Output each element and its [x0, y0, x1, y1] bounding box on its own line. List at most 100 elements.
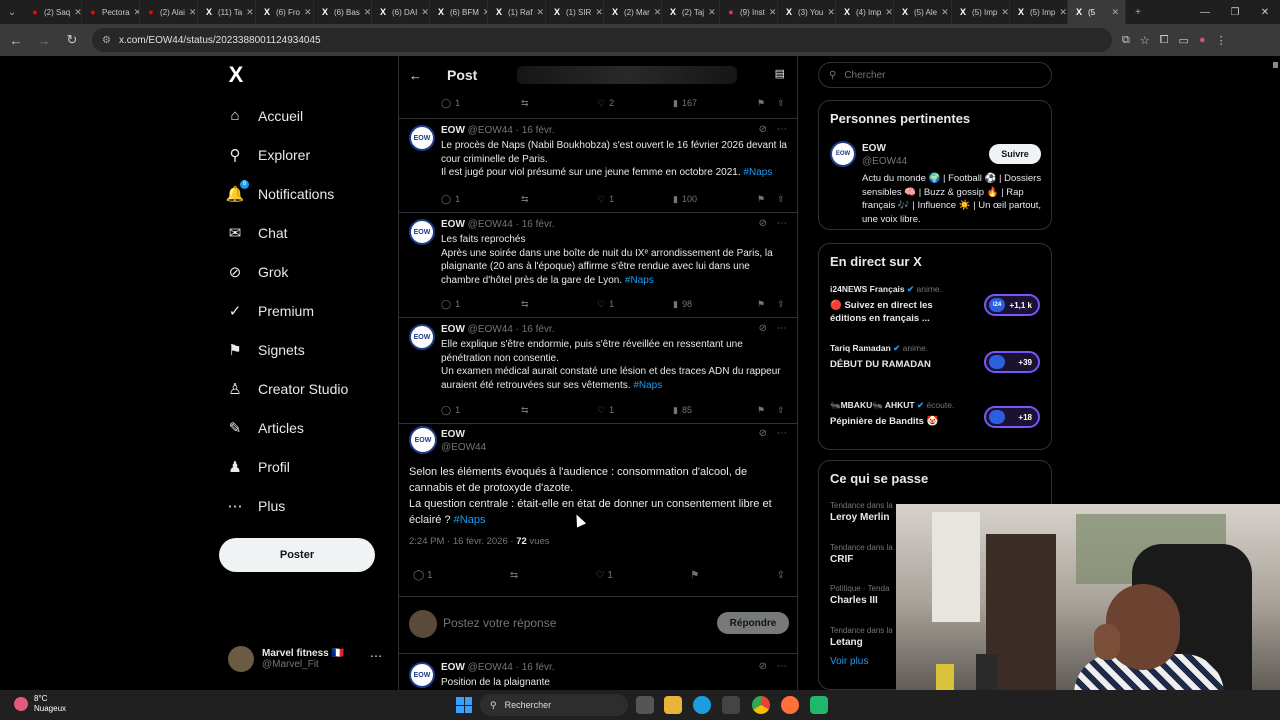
- x-logo[interactable]: X: [218, 60, 254, 90]
- more-icon[interactable]: ⋯: [777, 218, 787, 229]
- reply-action[interactable]: ◯ 1: [413, 570, 433, 581]
- like-action[interactable]: ♡ 1: [597, 194, 673, 205]
- author-avatar[interactable]: EOW: [409, 219, 435, 245]
- browser-tab[interactable]: X (11) Ta ✕: [198, 0, 256, 24]
- close-tab-icon[interactable]: ✕: [304, 7, 312, 18]
- close-tab-icon[interactable]: ✕: [885, 7, 893, 18]
- show-more-link[interactable]: Voir plus: [830, 656, 868, 667]
- minimize-button[interactable]: —: [1190, 0, 1220, 24]
- back-button[interactable]: ←: [4, 28, 28, 52]
- listener-count-pill[interactable]: +39: [984, 351, 1040, 373]
- nav-item-explorer[interactable]: ⚲ Explorer: [218, 135, 388, 174]
- sidebar-icon[interactable]: ▭: [1179, 34, 1189, 47]
- browser-tab[interactable]: X (5) Imp ✕: [952, 0, 1010, 24]
- browser-tab[interactable]: X (6) Bas ✕: [314, 0, 372, 24]
- more-icon[interactable]: ⋯: [777, 124, 787, 135]
- post-button[interactable]: Poster: [219, 538, 375, 572]
- retweet-action[interactable]: ⇆: [521, 405, 597, 416]
- browser-tab[interactable]: X (3) You ✕: [778, 0, 836, 24]
- share-icon[interactable]: ⇪: [777, 98, 785, 109]
- more-icon[interactable]: ⋯: [370, 649, 382, 663]
- browser-tab[interactable]: X (5) Imp ✕: [1010, 0, 1068, 24]
- task-view-icon[interactable]: [636, 696, 654, 714]
- retweet-action[interactable]: ⇆: [521, 299, 597, 310]
- close-tab-icon[interactable]: ✕: [189, 7, 197, 18]
- close-tab-icon[interactable]: ✕: [1001, 7, 1009, 18]
- reply-input[interactable]: Postez votre réponse: [443, 616, 556, 630]
- share-icon[interactable]: ⇪: [777, 570, 785, 581]
- browser-tab[interactable]: X (5 ✕: [1068, 0, 1126, 24]
- browser-tab[interactable]: ● (9) Inst ✕: [720, 0, 778, 24]
- close-tab-icon[interactable]: ✕: [246, 7, 254, 18]
- nav-item-signets[interactable]: ⚑ Signets: [218, 330, 388, 369]
- close-tab-icon[interactable]: ✕: [827, 7, 835, 18]
- file-explorer-icon[interactable]: [664, 696, 682, 714]
- nav-item-creator-studio[interactable]: ♙ Creator Studio: [218, 369, 388, 408]
- search-input[interactable]: ⚲ Chercher: [818, 62, 1052, 88]
- windows-start-icon[interactable]: [456, 697, 472, 713]
- listener-count-pill[interactable]: +18: [984, 406, 1040, 428]
- share-icon[interactable]: ⇪: [777, 405, 785, 416]
- reply-action[interactable]: ◯ 1: [441, 299, 521, 310]
- nav-item-accueil[interactable]: ⌂ Accueil: [218, 96, 388, 135]
- bookmark-icon[interactable]: ⚑: [690, 570, 699, 581]
- more-icon[interactable]: ⋯: [777, 323, 787, 334]
- browser-tab[interactable]: X (4) Imp ✕: [836, 0, 894, 24]
- reply-action[interactable]: ◯ 1: [441, 405, 521, 416]
- tab-list-chevron-icon[interactable]: ⌄: [0, 0, 24, 24]
- nav-item-plus[interactable]: ⋯ Plus: [218, 486, 388, 525]
- install-app-icon[interactable]: ⧉: [1122, 34, 1130, 47]
- nav-item-profil[interactable]: ♟ Profil: [218, 447, 388, 486]
- hashtag-link[interactable]: #Naps: [625, 275, 654, 286]
- retweet-action[interactable]: ⇆: [521, 194, 597, 205]
- browser-tab[interactable]: X (2) Taj ✕: [662, 0, 720, 24]
- nav-item-articles[interactable]: ✎ Articles: [218, 408, 388, 447]
- like-action[interactable]: ♡ 2: [597, 98, 673, 109]
- firefox-icon[interactable]: [781, 696, 799, 714]
- reload-button[interactable]: ↻: [60, 28, 84, 52]
- close-tab-icon[interactable]: ✕: [536, 7, 544, 18]
- author-name[interactable]: EOW: [441, 429, 465, 440]
- live-space-item[interactable]: Tariq Ramadan ✔ anime. DÉBUT DU RAMADAN …: [830, 343, 1040, 373]
- listener-count-pill[interactable]: i24 +1,1 k: [984, 294, 1040, 316]
- like-action[interactable]: ♡ 1: [597, 405, 673, 416]
- close-tab-icon[interactable]: ✕: [1059, 7, 1067, 18]
- browser-tab[interactable]: ● (2) Saq ✕: [24, 0, 82, 24]
- retweet-icon[interactable]: ⇆: [510, 570, 518, 581]
- chrome-icon[interactable]: [752, 696, 770, 714]
- browser-tab[interactable]: ● (2) Alai ✕: [140, 0, 198, 24]
- close-tab-icon[interactable]: ✕: [654, 7, 661, 18]
- more-icon[interactable]: ⋯: [777, 428, 787, 439]
- browser-tab[interactable]: X (6) DAI ✕: [372, 0, 430, 24]
- hashtag-link[interactable]: #Naps: [743, 167, 772, 178]
- bookmark-icon[interactable]: ⚑: [757, 405, 777, 416]
- browser-tab[interactable]: X (6) Fro ✕: [256, 0, 314, 24]
- hashtag-link[interactable]: #Naps: [633, 380, 662, 391]
- author-avatar[interactable]: EOW: [409, 662, 435, 688]
- close-tab-icon[interactable]: ✕: [769, 7, 777, 18]
- user-name[interactable]: EOW: [862, 143, 886, 154]
- forward-button[interactable]: →: [32, 28, 56, 52]
- bookmark-icon[interactable]: ⚑: [757, 98, 777, 109]
- author-avatar[interactable]: EOW: [409, 324, 435, 350]
- close-window-button[interactable]: ✕: [1250, 0, 1280, 24]
- reader-mode-icon[interactable]: ▤: [775, 67, 785, 80]
- site-info-icon[interactable]: ⚙: [102, 35, 111, 46]
- grok-icon[interactable]: ⊘: [759, 218, 767, 229]
- views-action[interactable]: ▮ 85: [673, 405, 757, 416]
- weather-widget[interactable]: 8°C Nuageux: [14, 694, 66, 714]
- browser-tab[interactable]: X(6) BFM✕: [430, 0, 488, 24]
- nav-item-notifications[interactable]: 🔔 8 Notifications: [218, 174, 388, 213]
- nav-item-grok[interactable]: ⊘ Grok: [218, 252, 388, 291]
- account-switcher[interactable]: Marvel fitness 🇫🇷 @Marvel_Fit ⋯: [228, 643, 388, 675]
- close-tab-icon[interactable]: ✕: [708, 7, 716, 18]
- avatar[interactable]: EOW: [830, 141, 856, 167]
- grok-icon[interactable]: ⊘: [759, 428, 767, 439]
- author-avatar[interactable]: EOW: [409, 426, 437, 454]
- views-action[interactable]: ▮ 98: [673, 299, 757, 310]
- live-space-item[interactable]: 🐜MBAKU🐜 AHKUT ✔ écoute. Pépinière de Ban…: [830, 400, 1040, 428]
- hashtag-link[interactable]: #Naps: [454, 514, 486, 526]
- store-icon[interactable]: [722, 696, 740, 714]
- nav-item-chat[interactable]: ✉ Chat: [218, 213, 388, 252]
- new-tab-button[interactable]: +: [1126, 0, 1150, 24]
